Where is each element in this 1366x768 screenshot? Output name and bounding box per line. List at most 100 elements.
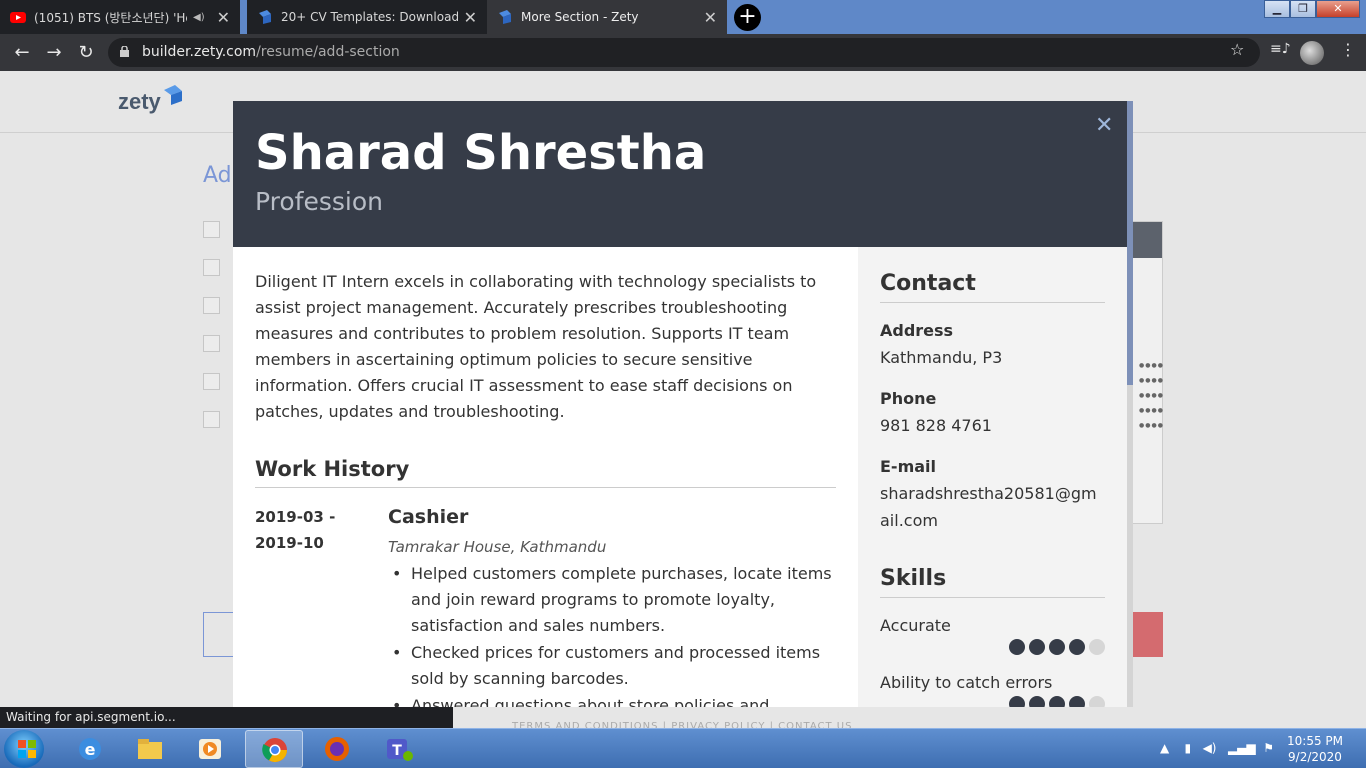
tab-more-section[interactable]: More Section - Zety ✕ — [487, 0, 727, 34]
resume-side-column: Contact Address Kathmandu, P3 Phone 981 … — [858, 247, 1127, 707]
speaker-icon[interactable]: ◀) — [193, 12, 205, 23]
thumbnail-dots: ●●●● — [1139, 407, 1164, 414]
resume-summary: Diligent IT Intern excels in collaborati… — [255, 272, 817, 421]
close-tab-icon[interactable]: ✕ — [217, 8, 230, 27]
chrome-icon — [262, 738, 287, 763]
section-checkbox[interactable] — [203, 297, 220, 314]
skills-title: Skills — [880, 566, 1105, 598]
section-checkbox[interactable] — [203, 259, 220, 276]
battery-icon[interactable]: ▮ — [1185, 741, 1192, 755]
address-label: Address — [880, 321, 954, 340]
tab-youtube[interactable]: (1051) BTS (방탄소년단) 'Hea ◀) ✕ — [0, 0, 240, 34]
youtube-icon — [10, 12, 26, 23]
skill-item: Ability to catch errors — [880, 673, 1105, 707]
contact-title: Contact — [880, 271, 1105, 303]
rating-dot-filled — [1029, 639, 1045, 655]
skill-item: Accurate — [880, 616, 1105, 655]
section-checkbox[interactable] — [203, 335, 220, 352]
start-button[interactable] — [4, 730, 44, 768]
action-center-icon[interactable]: ⚑ — [1263, 741, 1274, 755]
close-window-icon[interactable]: ✕ — [1316, 0, 1360, 18]
close-tab-icon[interactable]: ✕ — [704, 8, 717, 27]
clock[interactable]: 10:55 PM 9/2/2020 — [1280, 733, 1350, 765]
taskbar-ie[interactable]: e — [61, 730, 119, 768]
section-checkbox[interactable] — [203, 373, 220, 390]
thumbnail-dots: ●●●● — [1139, 377, 1164, 384]
job-bullet: Answered questions about store policies … — [388, 693, 838, 707]
job-bullet: Checked prices for customers and process… — [388, 640, 838, 692]
taskbar-teams[interactable]: T — [370, 730, 428, 768]
profile-avatar[interactable] — [1300, 41, 1324, 65]
rating-dot-filled — [1069, 696, 1085, 707]
next-button[interactable] — [1128, 612, 1163, 657]
scrollbar-thumb[interactable] — [1127, 101, 1133, 385]
windows-logo-icon — [18, 740, 36, 758]
back-icon[interactable]: ← — [6, 34, 38, 71]
job-details: Cashier Tamrakar House, Kathmandu Helped… — [388, 504, 838, 707]
job-bullets: Helped customers complete purchases, loc… — [388, 561, 838, 707]
media-control-icon[interactable]: ≡♪ — [1270, 41, 1291, 57]
skill-rating — [880, 696, 1105, 707]
forward-icon[interactable]: → — [38, 34, 70, 71]
section-checkbox[interactable] — [203, 411, 220, 428]
clock-time: 10:55 PM — [1287, 734, 1343, 748]
tab-cv-templates[interactable]: 20+ CV Templates: Download a F ✕ — [247, 0, 487, 34]
taskbar-firefox[interactable] — [308, 730, 366, 768]
resume-thumbnail[interactable]: ●●●● ●●●● ●●●● ●●●● ●●●● — [1128, 221, 1163, 524]
zety-icon — [259, 10, 271, 24]
show-hidden-icons-icon[interactable]: ▲ — [1160, 741, 1169, 755]
ie-icon: e — [79, 738, 101, 760]
svg-text:e: e — [85, 740, 96, 759]
zety-logo[interactable]: zety — [118, 89, 161, 115]
tab-title: (1051) BTS (방탄소년단) 'Hea — [34, 10, 187, 25]
maximize-icon[interactable]: ❐ — [1290, 0, 1316, 18]
rating-dot-empty — [1089, 639, 1105, 655]
rating-dot-filled — [1069, 639, 1085, 655]
signal-icon[interactable]: ▂▄▆ — [1228, 741, 1256, 755]
rating-dot-filled — [1029, 696, 1045, 707]
modal-scrollbar[interactable] — [1127, 101, 1133, 707]
job-date-end: 2019-10 — [255, 534, 324, 552]
taskbar-chrome[interactable] — [245, 730, 303, 768]
clock-date: 9/2/2020 — [1288, 750, 1342, 764]
email-label: E-mail — [880, 457, 937, 476]
email-value: sharadshrestha20581@gmail.com — [880, 484, 1097, 530]
zety-logo-mark — [164, 85, 182, 105]
minimize-icon[interactable]: ▁ — [1264, 0, 1290, 18]
taskbar: e T ▲ ▮ ◀) ▂▄▆ ⚑ 10:55 PM 9/2/2020 — [0, 728, 1366, 768]
address-value: Kathmandu, P3 — [880, 348, 1003, 367]
taskbar-media-player[interactable] — [181, 730, 239, 768]
media-player-icon — [199, 739, 221, 759]
rating-dot-filled — [1009, 639, 1025, 655]
bookmark-star-icon[interactable]: ☆ — [1230, 40, 1244, 59]
file-explorer-icon — [138, 739, 162, 759]
rating-dot-filled — [1049, 639, 1065, 655]
system-tray: ▲ ▮ ◀) ▂▄▆ ⚑ — [1160, 741, 1274, 755]
tab-strip: (1051) BTS (방탄소년단) 'Hea ◀) ✕ 20+ CV Temp… — [0, 0, 1366, 34]
thumbnail-header — [1129, 222, 1162, 258]
teams-icon: T — [387, 739, 413, 761]
browser-toolbar: ← → ↻ builder.zety.com/resume/add-sectio… — [0, 34, 1366, 71]
status-bubble: Waiting for api.segment.io... — [0, 707, 453, 728]
lock-icon — [120, 46, 129, 57]
close-tab-icon[interactable]: ✕ — [464, 8, 477, 27]
taskbar-explorer[interactable] — [121, 730, 179, 768]
new-tab-button[interactable]: + — [734, 4, 761, 31]
resume-header: Sharad Shrestha Profession ✕ — [233, 101, 1127, 247]
resume-profession: Profession — [255, 187, 383, 216]
firefox-icon — [325, 737, 349, 761]
phone-value: 981 828 4761 — [880, 416, 992, 435]
phone-label: Phone — [880, 389, 937, 408]
section-checkbox[interactable] — [203, 221, 220, 238]
volume-icon[interactable]: ◀) — [1203, 741, 1217, 755]
rating-dot-empty — [1089, 696, 1105, 707]
menu-icon[interactable]: ⋮ — [1340, 40, 1356, 59]
close-icon[interactable]: ✕ — [1095, 113, 1113, 138]
skill-name: Accurate — [880, 616, 951, 635]
rating-dot-filled — [1049, 696, 1065, 707]
thumbnail-dots: ●●●● — [1139, 362, 1164, 369]
job-date-start: 2019-03 - — [255, 508, 336, 526]
address-bar[interactable]: builder.zety.com/resume/add-section — [108, 38, 1260, 67]
reload-icon[interactable]: ↻ — [70, 34, 102, 71]
thumbnail-dots: ●●●● — [1139, 392, 1164, 399]
